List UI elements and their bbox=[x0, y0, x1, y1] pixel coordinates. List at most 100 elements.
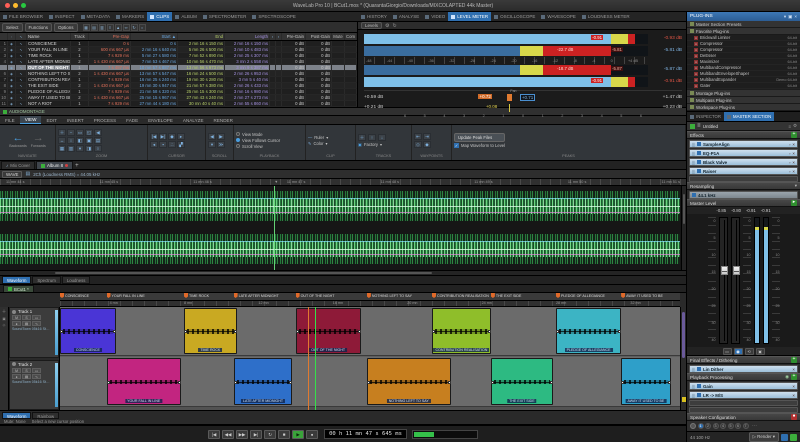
doc-tab-mix-cover[interactable]: ♪ Mix Cover bbox=[1, 161, 35, 169]
tool-tab[interactable]: INSPECT bbox=[46, 12, 78, 21]
ribbon-tab[interactable]: FILE bbox=[0, 116, 20, 124]
ribbon-tab[interactable]: INSERT bbox=[62, 116, 89, 124]
bypass-icon[interactable]: ▫ bbox=[789, 160, 791, 165]
montage-file-tab[interactable]: BCut1 * bbox=[3, 285, 34, 292]
clip-right-handle[interactable] bbox=[358, 330, 361, 333]
navigate-back-button[interactable]: ← bbox=[13, 133, 24, 144]
cursor-edge-icon[interactable]: ▸ bbox=[177, 133, 185, 140]
plugin-list-item[interactable]: v Gater 64-bit bbox=[687, 83, 800, 89]
clip-right-handle[interactable] bbox=[668, 381, 671, 384]
cursor-grid-icon[interactable]: ▞ bbox=[177, 141, 185, 148]
meter-tab[interactable]: HISTORY bbox=[358, 12, 390, 21]
drag-handle-icon[interactable]: ⣿ bbox=[692, 151, 695, 156]
filter-icon[interactable]: ≡ bbox=[107, 24, 114, 31]
wave-view-tab[interactable]: Waveform bbox=[2, 276, 31, 284]
clip-marker[interactable]: YOUR FALL IN LINE bbox=[107, 293, 145, 298]
search-icon[interactable]: ○ bbox=[139, 24, 146, 31]
zoom-1-1-icon[interactable]: ◧ bbox=[76, 137, 84, 144]
collapse-icon[interactable]: ▾ bbox=[784, 14, 786, 20]
montage-clip[interactable]: CONSCIENCE bbox=[60, 308, 116, 354]
transport-button[interactable]: ▶ bbox=[292, 430, 304, 439]
fader-right[interactable] bbox=[731, 217, 740, 344]
ribbon-tab[interactable]: FADE bbox=[121, 116, 143, 124]
bypass-icon[interactable]: ▫ bbox=[789, 169, 791, 174]
automation-button[interactable]: ● bbox=[12, 374, 21, 379]
navigate-forward-button[interactable]: → bbox=[33, 133, 44, 144]
effect-slot[interactable]: ⣿ SampleAlign ▫ × bbox=[689, 140, 798, 148]
ribbon-tab[interactable]: VIEW bbox=[20, 116, 42, 124]
category-favorites[interactable]: Favorite Plug-ins bbox=[687, 28, 800, 35]
envelope-line[interactable] bbox=[0, 198, 680, 199]
effect-slot[interactable]: ⣿ Black Valve ▫ × bbox=[689, 158, 798, 166]
remove-icon[interactable]: × bbox=[792, 393, 795, 398]
tool-tab[interactable]: MARKERS bbox=[113, 12, 147, 21]
camera-icon[interactable]: ▣ bbox=[2, 317, 5, 321]
cursor-center-icon[interactable]: ▪ bbox=[159, 141, 167, 148]
pan-envelope-line[interactable] bbox=[0, 212, 680, 213]
track-header[interactable]: Track 1 M S ▭ ● ▤ ∿ SoundTown 05k16 St… bbox=[9, 307, 59, 358]
waypoint-prev-icon[interactable]: ⇤ bbox=[414, 133, 422, 140]
cursor-marker-icon[interactable]: ◆ bbox=[168, 133, 176, 140]
bypass-icon[interactable]: ▫ bbox=[789, 142, 791, 147]
scroll-right-icon[interactable]: ▶ bbox=[217, 133, 225, 140]
waypoint-next-icon[interactable]: ⇥ bbox=[423, 133, 431, 140]
clip-marker[interactable]: TIME ROCK bbox=[184, 293, 209, 298]
list-view-icon[interactable]: ▤ bbox=[91, 24, 98, 31]
speaker-config-button[interactable]: 4 bbox=[720, 423, 726, 429]
montage-clip-area[interactable]: CONSCIENCE TIME ROCK OUT OF THE NIGHT bbox=[60, 307, 686, 410]
clip-left-handle[interactable] bbox=[491, 381, 494, 384]
link-icon[interactable]: ∞ bbox=[123, 24, 130, 31]
view-mode-option[interactable]: View Mode bbox=[236, 132, 280, 137]
bypass-icon[interactable]: ▫ bbox=[789, 151, 791, 156]
grid-view-icon[interactable]: ▦ bbox=[83, 24, 90, 31]
zoom-h-icon[interactable]: ↔ bbox=[58, 137, 66, 144]
remove-icon[interactable]: × bbox=[792, 367, 795, 372]
close-icon[interactable]: × bbox=[794, 14, 797, 19]
gear-icon[interactable]: ⚙ bbox=[793, 123, 797, 129]
solo-button[interactable]: S bbox=[22, 315, 31, 320]
levels-preset-button[interactable]: Levels bbox=[361, 22, 382, 29]
add-playback-icon[interactable]: + bbox=[791, 374, 797, 380]
clip-left-handle[interactable] bbox=[234, 381, 237, 384]
close-window-button[interactable] bbox=[5, 3, 10, 8]
clip-marker[interactable]: NOTHING LEFT TO SAY bbox=[367, 293, 412, 298]
montage-clip[interactable]: NOTHING LEFT TO SAY bbox=[367, 358, 451, 404]
meter-tab[interactable]: ANALYSE bbox=[390, 12, 422, 21]
clip-right-handle[interactable] bbox=[550, 381, 553, 384]
track-add-icon[interactable]: ＋ bbox=[358, 134, 366, 141]
fader-left[interactable] bbox=[719, 217, 728, 344]
montage-clip[interactable]: PLEDGE OF ALLEGIANCE bbox=[556, 308, 621, 354]
drag-handle-icon[interactable]: ⣿ bbox=[692, 393, 695, 398]
zoom-fit-icon[interactable]: ◱ bbox=[85, 129, 93, 136]
clip-marker[interactable]: AWAY IT USED TO BE bbox=[621, 293, 663, 298]
ribbon-tab[interactable]: PROCESS bbox=[89, 116, 121, 124]
speaker-config-button[interactable]: 5 bbox=[728, 423, 734, 429]
transport-button[interactable]: |◀ bbox=[208, 430, 220, 439]
meter-tab[interactable]: VIDEO bbox=[422, 12, 448, 21]
meter-tab[interactable]: WAVESCOPE bbox=[538, 12, 579, 21]
clip-left-handle[interactable] bbox=[367, 381, 370, 384]
clip-left-handle[interactable] bbox=[621, 381, 624, 384]
tool-tab[interactable]: FILE BROWSER bbox=[0, 12, 46, 21]
sliders-icon[interactable]: ≣ bbox=[697, 123, 701, 129]
sort-icon[interactable]: ▲ bbox=[115, 24, 122, 31]
montage-clip[interactable]: LATE AFTER MIDNIGHT bbox=[234, 358, 293, 404]
track-record-icon[interactable] bbox=[12, 362, 16, 366]
preset-name[interactable]: Untitled bbox=[703, 124, 787, 129]
track-down-icon[interactable]: ↓ bbox=[378, 134, 386, 141]
drag-handle-icon[interactable]: ⣿ bbox=[692, 169, 695, 174]
minimize-window-button[interactable] bbox=[13, 3, 18, 8]
ribbon-tab[interactable]: ENVELOPE bbox=[143, 116, 178, 124]
transport-button[interactable]: ▶| bbox=[250, 430, 262, 439]
category-presets[interactable]: Master Section Presets bbox=[687, 21, 800, 28]
montage-view-tab[interactable]: Waveform bbox=[2, 412, 31, 419]
float-icon[interactable]: ▣ bbox=[788, 14, 792, 20]
level-options-icon[interactable]: ▸ bbox=[791, 200, 797, 206]
zoom-edges-icon[interactable]: ◨ bbox=[85, 145, 93, 152]
mono-button[interactable]: ▭ bbox=[723, 348, 732, 355]
zoom-all-icon[interactable]: ▦ bbox=[58, 145, 66, 152]
cursor-snap-icon[interactable]: ∴ bbox=[168, 141, 176, 148]
dither-slot[interactable]: ⣿ Lin Dither × bbox=[689, 365, 798, 373]
pan-envelope-line[interactable] bbox=[0, 254, 680, 255]
collapse-icon[interactable]: ▾ bbox=[795, 183, 797, 189]
